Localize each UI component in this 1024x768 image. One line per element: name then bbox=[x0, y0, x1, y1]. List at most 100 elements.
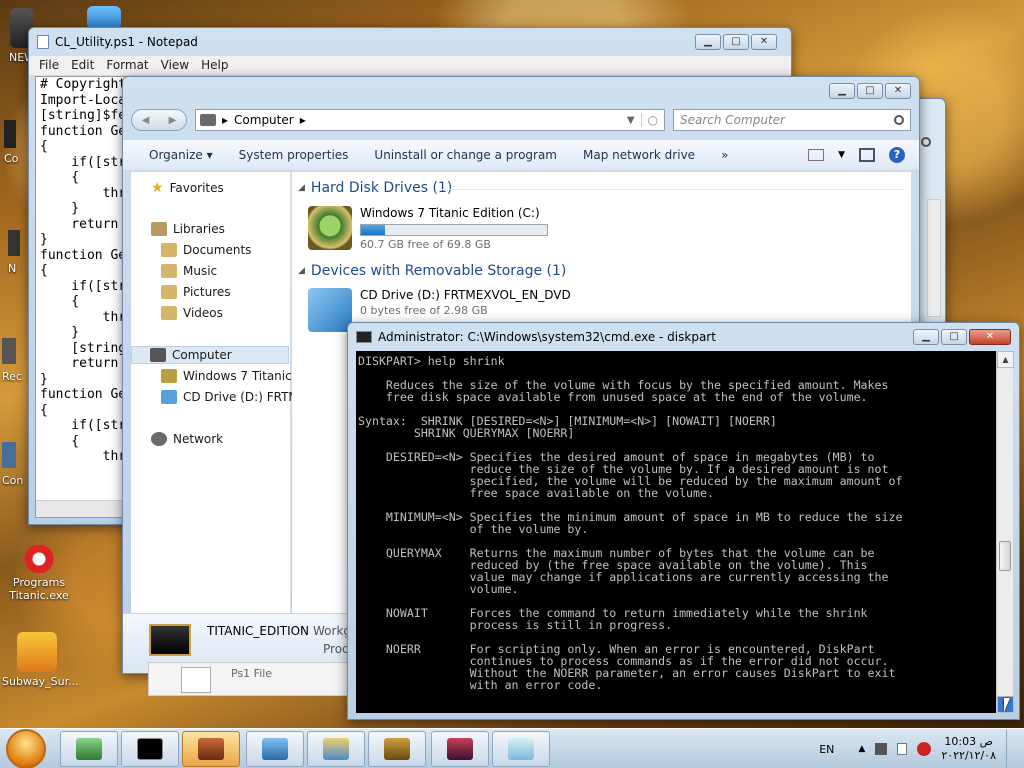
breadcrumb-computer[interactable]: Computer bbox=[234, 113, 294, 127]
forward-arrow-icon[interactable]: ▶ bbox=[169, 115, 177, 126]
nav-drive-c[interactable]: Windows 7 Titanic E bbox=[161, 369, 303, 383]
taskbar-app-display[interactable] bbox=[431, 731, 489, 767]
more-commands-button[interactable]: » bbox=[707, 148, 740, 162]
menu-file[interactable]: File bbox=[33, 56, 65, 75]
taskbar-app-photos[interactable] bbox=[246, 731, 304, 767]
help-icon[interactable]: ? bbox=[889, 147, 905, 163]
nav-music[interactable]: Music bbox=[161, 264, 217, 278]
close-button[interactable]: ✕ bbox=[969, 329, 1011, 345]
minimize-button[interactable]: ▁ bbox=[695, 34, 721, 50]
preview-pane-icon[interactable] bbox=[859, 148, 875, 162]
notepad-menubar: File Edit Format View Help bbox=[29, 56, 791, 76]
group-removable-storage[interactable]: ◢ Devices with Removable Storage (1) bbox=[298, 263, 566, 279]
tray-expand-icon[interactable]: ▲ bbox=[858, 744, 865, 754]
desktop-icon-recycle[interactable]: Rec bbox=[2, 338, 28, 383]
taskbar-app-cmd[interactable] bbox=[121, 731, 179, 767]
back-forward-buttons[interactable]: ◀ ▶ bbox=[131, 109, 187, 131]
cmd-output: DISKPART> help shrink Reduces the size o… bbox=[358, 354, 903, 692]
map-network-drive-button[interactable]: Map network drive bbox=[569, 148, 707, 162]
vertical-scrollbar[interactable]: ▲ ▼ bbox=[996, 351, 1014, 713]
minimize-button[interactable]: ▁ bbox=[829, 83, 855, 99]
photos-icon bbox=[262, 738, 288, 760]
close-button[interactable]: ✕ bbox=[885, 83, 911, 99]
minimize-button[interactable]: ▁ bbox=[913, 329, 939, 345]
taskbar-app-media[interactable] bbox=[182, 731, 240, 767]
dvd-drive-icon bbox=[308, 288, 352, 332]
start-button[interactable] bbox=[6, 729, 46, 768]
close-button[interactable]: ✕ bbox=[751, 34, 777, 50]
navigation-pane: ★ Favorites Libraries Documents Music Pi… bbox=[131, 172, 306, 614]
scroll-up-arrow-icon[interactable]: ▲ bbox=[997, 351, 1014, 368]
control-panel-icon bbox=[2, 442, 16, 468]
nav-computer[interactable]: Computer bbox=[131, 346, 289, 364]
media-player-icon bbox=[198, 738, 224, 760]
network-tray-icon[interactable] bbox=[875, 743, 888, 755]
menu-edit[interactable]: Edit bbox=[65, 56, 100, 75]
desktop-icon-computer[interactable]: Co bbox=[4, 120, 28, 165]
monitor-icon bbox=[447, 738, 473, 760]
desktop-icon-titanic[interactable]: Programs Titanic.exe bbox=[4, 545, 74, 602]
nav-libraries[interactable]: Libraries bbox=[151, 222, 225, 236]
nav-pictures[interactable]: Pictures bbox=[161, 285, 231, 299]
nav-network[interactable]: Network bbox=[151, 432, 223, 446]
address-dropdown-icon[interactable]: ▼ bbox=[627, 115, 635, 126]
language-indicator[interactable]: EN bbox=[819, 743, 834, 756]
menu-format[interactable]: Format bbox=[100, 56, 154, 75]
cmd-window[interactable]: Administrator: C:\Windows\system32\cmd.e… bbox=[347, 322, 1020, 720]
maximize-button[interactable]: □ bbox=[941, 329, 967, 345]
taskbar-app-titanic[interactable] bbox=[368, 731, 426, 767]
flag-tray-icon[interactable] bbox=[897, 743, 908, 755]
maximize-button[interactable]: □ bbox=[857, 83, 883, 99]
nav-videos[interactable]: Videos bbox=[161, 306, 223, 320]
nav-documents[interactable]: Documents bbox=[161, 243, 251, 257]
view-options-icon[interactable] bbox=[808, 149, 825, 161]
breadcrumb-arrow-icon[interactable]: ▸ bbox=[300, 113, 306, 127]
uninstall-program-button[interactable]: Uninstall or change a program bbox=[360, 148, 569, 162]
view-dropdown-icon[interactable]: ▼ bbox=[838, 150, 845, 160]
drive-c-tile[interactable]: Windows 7 Titanic Edition (C:) 60.7 GB f… bbox=[308, 206, 548, 251]
nav-drive-d[interactable]: CD Drive (D:) FRTME bbox=[161, 390, 306, 404]
system-properties-button[interactable]: System properties bbox=[225, 148, 361, 162]
back-arrow-icon[interactable]: ◀ bbox=[142, 115, 150, 126]
vertical-scrollbar[interactable] bbox=[927, 199, 941, 317]
refresh-icon[interactable]: ○ bbox=[640, 113, 664, 127]
taskbar-app-computer[interactable] bbox=[60, 731, 118, 767]
collapse-arrow-icon[interactable]: ◢ bbox=[298, 183, 305, 193]
desktop-icon-subway[interactable]: Subway_Sur... bbox=[2, 632, 79, 688]
address-bar[interactable]: ▸ Computer ▸ ▼ ○ bbox=[195, 109, 665, 131]
desktop-icon-control[interactable]: Con bbox=[2, 442, 28, 487]
desktop-icon-label: Co bbox=[4, 152, 19, 165]
breadcrumb-arrow-icon[interactable]: ▸ bbox=[222, 113, 228, 127]
notepad-titlebar[interactable]: CL_Utility.ps1 - Notepad bbox=[29, 28, 791, 56]
collapse-arrow-icon[interactable]: ◢ bbox=[298, 266, 305, 276]
show-desktop-button[interactable] bbox=[1006, 730, 1016, 768]
taskbar: EN ▲ 10:03 ص ٢٠٢٢/١٢/٠٨ bbox=[0, 728, 1024, 768]
taskbar-app-explorer[interactable] bbox=[307, 731, 365, 767]
system-tray: EN ▲ 10:03 ص ٢٠٢٢/١٢/٠٨ bbox=[819, 729, 1016, 768]
nav-favorites[interactable]: ★ Favorites bbox=[151, 180, 224, 196]
content-divider bbox=[442, 189, 903, 190]
drive-c-name: Windows 7 Titanic Edition (C:) bbox=[360, 206, 540, 220]
organize-button[interactable]: Organize ▾ bbox=[135, 148, 225, 162]
documents-icon bbox=[161, 243, 177, 257]
cmd-console[interactable]: DISKPART> help shrink Reduces the size o… bbox=[356, 351, 998, 713]
computer-icon bbox=[76, 738, 102, 760]
details-computer-name: TITANIC_EDITION bbox=[207, 624, 310, 638]
volume-tray-icon[interactable] bbox=[917, 742, 932, 756]
menu-help[interactable]: Help bbox=[195, 56, 234, 75]
group-hard-disk-drives[interactable]: ◢ Hard Disk Drives (1) bbox=[298, 180, 452, 196]
subway-game-icon bbox=[17, 632, 57, 672]
desktop-icon-n[interactable]: N bbox=[8, 230, 28, 275]
search-icon[interactable] bbox=[894, 115, 904, 125]
hard-drive-icon bbox=[161, 369, 177, 383]
search-input[interactable]: Search Computer bbox=[673, 109, 911, 131]
scroll-thumb[interactable] bbox=[999, 541, 1011, 571]
menu-view[interactable]: View bbox=[155, 56, 195, 75]
cmd-icon bbox=[356, 331, 372, 343]
search-icon bbox=[921, 137, 931, 147]
clock[interactable]: 10:03 ص ٢٠٢٢/١٢/٠٨ bbox=[941, 735, 996, 763]
desktop-icon-label: Subway_Sur... bbox=[2, 675, 79, 688]
taskbar-app-notepad[interactable] bbox=[492, 731, 550, 767]
maximize-button[interactable]: □ bbox=[723, 34, 749, 50]
desktop-icon-label: Programs Titanic.exe bbox=[9, 576, 69, 602]
